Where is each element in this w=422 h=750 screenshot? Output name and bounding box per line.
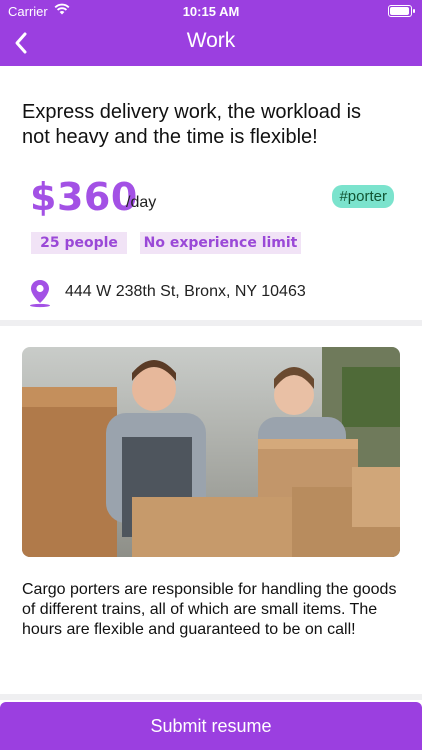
job-tag[interactable]: #porter: [332, 185, 394, 208]
experience-badge: No experience limit: [140, 232, 301, 254]
job-photo: [22, 347, 400, 557]
clock: 10:15 AM: [182, 4, 240, 19]
page-title: Work: [186, 29, 236, 52]
job-title: Express delivery work, the workload is n…: [22, 101, 362, 148]
job-address: 444 W 238th St, Bronx, NY 10463: [65, 283, 306, 300]
salary-amount: $360: [30, 175, 138, 219]
location-pin-icon: [27, 278, 53, 308]
app-header: Carrier 10:15 AM Work: [0, 0, 422, 66]
people-badge: 25 people: [31, 232, 127, 254]
battery-icon: [388, 5, 415, 17]
nav-bar: Work: [0, 22, 422, 66]
submit-resume-button[interactable]: Submit resume: [0, 702, 422, 750]
status-bar: Carrier 10:15 AM: [0, 0, 422, 22]
job-description: Cargo porters are responsible for handli…: [22, 581, 397, 638]
salary-unit: /day: [126, 194, 157, 211]
section-divider-bottom: [0, 694, 422, 700]
section-divider: [0, 320, 422, 326]
